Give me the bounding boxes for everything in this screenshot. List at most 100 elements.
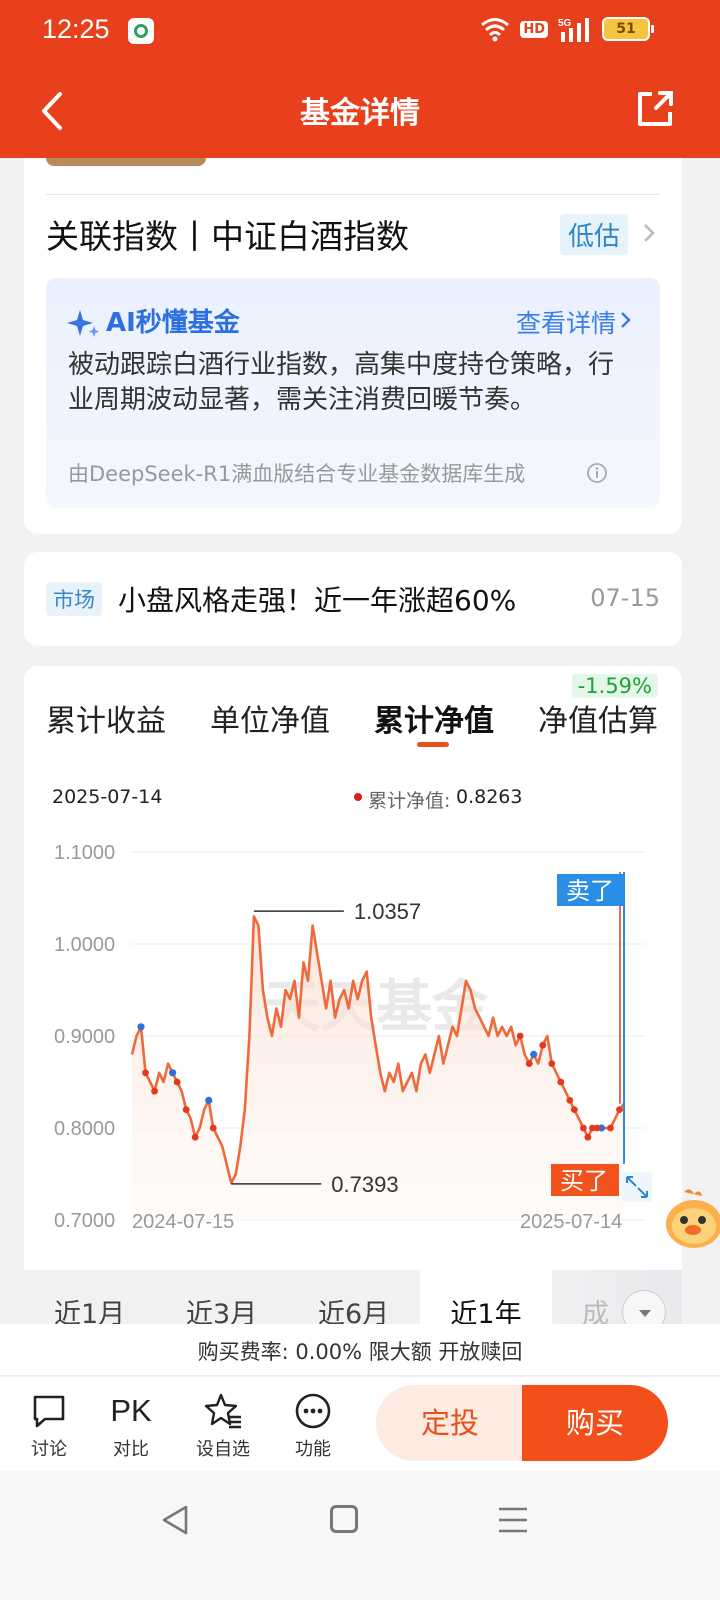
buy-point [539, 1041, 547, 1049]
buy-tag-label: 买了 [560, 1167, 608, 1195]
tab-nav-estimate[interactable]: 净值估算 [538, 696, 658, 740]
index-card: 关联指数丨中证白酒指数 低估 AI秒懂基金 查看详情 被动跟踪白酒行业指数，高集… [24, 158, 682, 534]
status-indicators: HD 5G 51 [480, 16, 654, 42]
chat-icon [33, 1395, 65, 1428]
nav-line-chart[interactable]: 天天基金 1.10001.00000.90000.80000.7000 1.03… [24, 836, 682, 1256]
status-bar: 12:25 HD 5G 51 [0, 0, 720, 64]
buy-point [151, 1087, 158, 1095]
buy-point [142, 1069, 149, 1077]
period-more[interactable]: 成 [554, 1270, 682, 1334]
y-tick-label: 0.7000 [54, 1210, 115, 1232]
news-title[interactable]: 小盘风格走强！近一年涨超60% [118, 579, 516, 619]
expand-icon [622, 1172, 652, 1202]
more-icon [295, 1393, 331, 1429]
period-1y[interactable]: 近1年 [420, 1270, 552, 1330]
add-watchlist-label: 设自选 [196, 1439, 250, 1460]
buy-point [616, 1106, 623, 1113]
period-selector: 近1月 近3月 近6月 近1年 成 [24, 1270, 682, 1334]
mascot-duck-icon[interactable] [662, 1186, 720, 1250]
ai-summary-text: 被动跟踪白酒行业指数，高集中度持仓策略，行业周期波动显著，需关注消费回暖节奏。 [68, 350, 615, 415]
valuation-badge[interactable]: 低估 [559, 214, 628, 255]
signal-icon: 5G [558, 18, 589, 42]
tooltip-label: 累计净值: [368, 790, 451, 812]
chart-card: 累计收益 单位净值 累计净值 净值估算 -1.59% 2025-07-14 累计… [24, 666, 682, 1334]
buy-point [584, 1133, 592, 1141]
sell-point [530, 1050, 538, 1058]
chevron-right-icon[interactable] [620, 310, 632, 330]
header: 基金详情 [0, 64, 720, 158]
buy-point [516, 1032, 524, 1040]
wifi-icon [481, 18, 510, 42]
ai-source-note: 由DeepSeek-R1满血版结合专业基金数据库生成 [68, 462, 526, 486]
discuss-button[interactable]: 讨论 [14, 1391, 84, 1461]
bottom-action-bar: 讨论 PK 对比 设自选 功能 定投 购买 [0, 1377, 720, 1471]
active-tab-indicator [417, 742, 449, 747]
chart-tabs: 累计收益 单位净值 累计净值 净值估算 -1.59% [24, 666, 682, 747]
tab-cumulative-nav[interactable]: 累计净值 [374, 696, 494, 740]
auto-invest-button[interactable]: 定投 [376, 1385, 524, 1461]
ai-sparkle-icon [67, 310, 99, 337]
buy-tag: 买了 [551, 1164, 619, 1196]
x-tick-end: 2025-07-14 [520, 1211, 622, 1233]
ai-summary-box: AI秒懂基金 查看详情 被动跟踪白酒行业指数，高集中度持仓策略，行业周期波动显著… [46, 278, 660, 508]
y-tick-label: 0.9000 [54, 1026, 115, 1048]
buy-point [209, 1124, 217, 1132]
sell-tag-label: 卖了 [566, 877, 614, 905]
buy-point [525, 1060, 533, 1067]
buy-point [570, 1106, 578, 1113]
y-tick-label: 1.1000 [54, 842, 115, 864]
max-value-label: 1.0357 [354, 899, 421, 924]
add-watchlist-button[interactable]: 设自选 [188, 1391, 258, 1461]
share-icon[interactable] [634, 88, 676, 130]
expand-icon-bg [622, 1172, 652, 1202]
nav-home-icon[interactable] [330, 1505, 358, 1533]
ai-title: AI秒懂基金 [106, 308, 240, 338]
nav-back-icon[interactable] [158, 1503, 192, 1537]
compare-button[interactable]: PK 对比 [96, 1391, 166, 1461]
tooltip-value: 0.8263 [456, 786, 523, 808]
functions-button[interactable]: 功能 [278, 1391, 348, 1461]
page-title: 基金详情 [300, 96, 420, 131]
buy-point [557, 1078, 565, 1086]
estimate-change-badge: -1.59% [571, 674, 658, 698]
legend-dot [354, 793, 362, 801]
nav-menu-icon[interactable] [496, 1505, 530, 1535]
divider [46, 194, 660, 195]
system-nav-bar [0, 1471, 720, 1600]
x-tick-start: 2024-07-15 [132, 1211, 234, 1233]
battery-indicator: 51 [602, 17, 654, 41]
star-list-icon [204, 1393, 241, 1429]
pk-icon: PK [110, 1393, 152, 1428]
app-notification-icon [128, 18, 154, 44]
news-tag: 市场 [46, 582, 102, 616]
status-time: 12:25 [42, 14, 110, 44]
discuss-label: 讨论 [31, 1439, 67, 1460]
fee-info: 购买费率: 0.00% 限大额 开放赎回 [0, 1324, 720, 1376]
buy-point [173, 1078, 181, 1086]
buy-point [566, 1097, 574, 1104]
sell-point [137, 1023, 145, 1031]
tab-cumulative-return[interactable]: 累计收益 [46, 696, 166, 740]
tooltip-date: 2025-07-14 [52, 786, 163, 808]
buy-point [579, 1124, 587, 1132]
sell-point [169, 1069, 177, 1077]
news-date: 07-15 [590, 584, 660, 612]
info-icon[interactable] [586, 462, 608, 484]
chevron-right-icon[interactable] [642, 222, 656, 244]
scrolled-content-edge [46, 158, 206, 166]
ai-view-detail-link[interactable]: 查看详情 [516, 304, 616, 340]
buy-point [607, 1124, 614, 1132]
y-tick-label: 1.0000 [54, 934, 115, 956]
related-index-title[interactable]: 关联指数丨中证白酒指数 [46, 210, 409, 258]
buy-point [593, 1124, 601, 1132]
hd-badge: HD [520, 20, 548, 38]
sell-tag: 卖了 [557, 874, 625, 906]
buy-point [548, 1060, 556, 1067]
functions-label: 功能 [295, 1439, 331, 1460]
buy-button[interactable]: 购买 [522, 1385, 668, 1461]
min-value-label: 0.7393 [331, 1172, 398, 1197]
y-tick-label: 0.8000 [54, 1118, 115, 1140]
compare-label: 对比 [113, 1439, 149, 1460]
news-card[interactable]: 市场 小盘风格走强！近一年涨超60% 07-15 [24, 552, 682, 646]
tab-unit-nav[interactable]: 单位净值 [210, 696, 330, 740]
